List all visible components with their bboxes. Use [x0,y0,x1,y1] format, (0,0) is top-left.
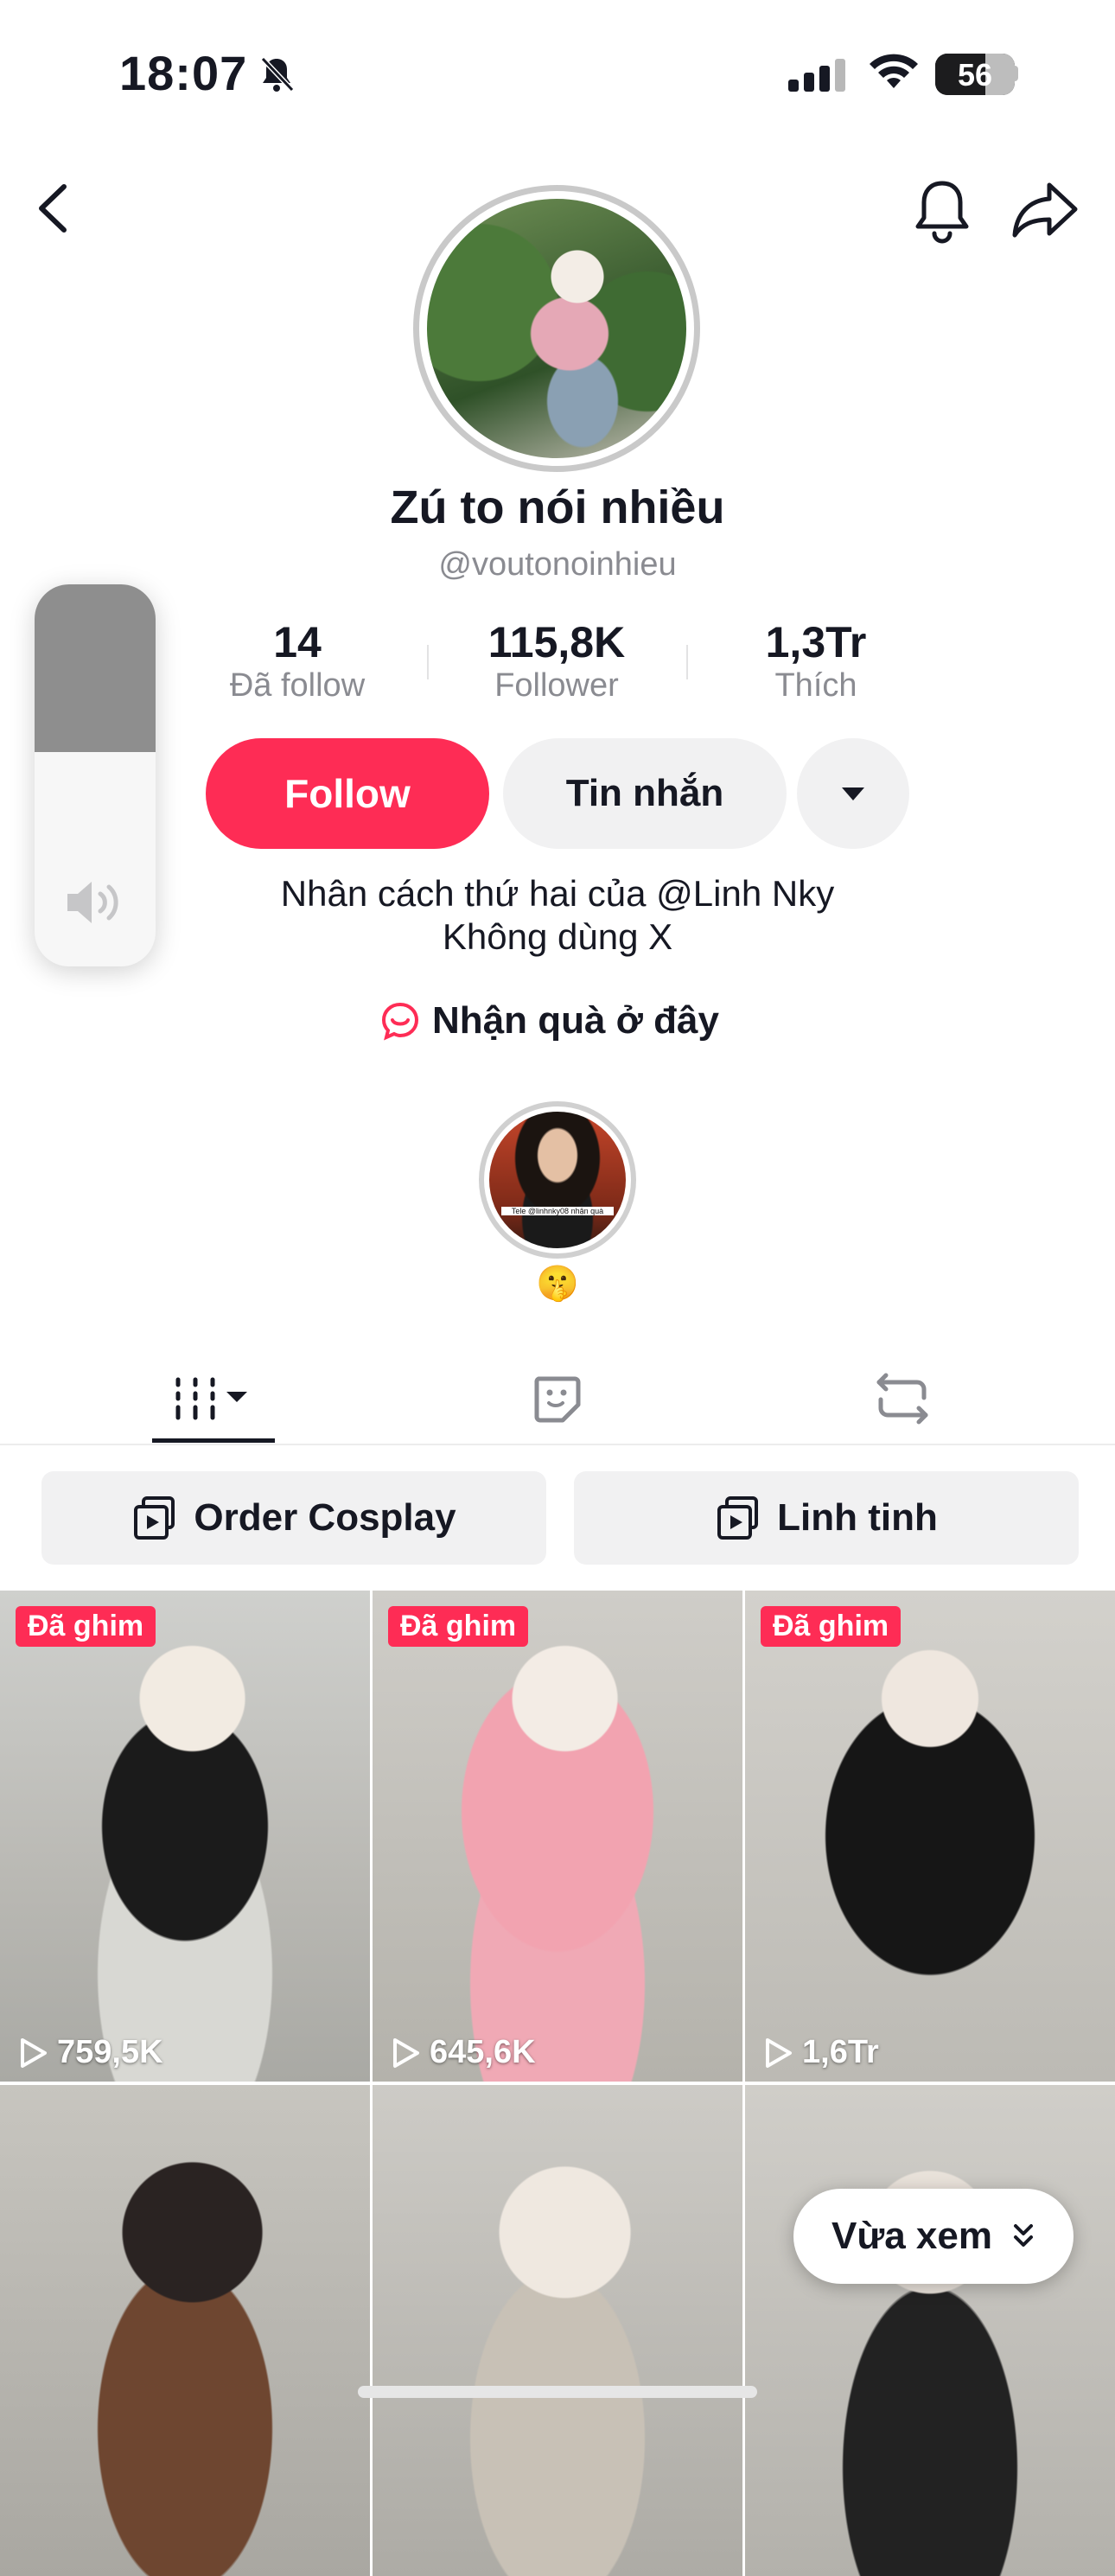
view-count-value: 1,6Tr [802,2034,879,2070]
stat-followers[interactable]: 115,8K Follower [444,617,669,705]
highlight-caption: Tele @linhnky08 nhận quà [501,1207,614,1215]
gift-link-label: Nhận quà ở đây [432,999,719,1042]
playlist-linh-tinh[interactable]: Linh tinh [574,1471,1079,1565]
notification-bell-icon[interactable] [911,176,973,245]
recently-watched-button[interactable]: Vừa xem [793,2189,1074,2284]
stat-followers-label: Follower [494,667,619,704]
stat-following-label: Đã follow [229,667,366,704]
pinned-badge: Đã ghim [761,1606,902,1647]
avatar[interactable] [427,199,686,458]
gift-link[interactable]: Nhận quà ở đây [380,999,719,1043]
follow-button[interactable]: Follow [206,738,489,849]
stat-following-value: 14 [273,618,322,666]
volume-level [35,584,156,753]
display-name: Zú to nói nhiều [390,481,725,533]
back-arrow-icon[interactable] [26,180,80,237]
highlight-emoji: 🤫 [536,1265,579,1303]
tab-reposts[interactable] [842,1357,963,1440]
repost-icon [876,1373,928,1425]
share-icon[interactable] [1011,180,1080,240]
speaker-icon [67,882,118,923]
playlist-icon [134,1496,175,1540]
tab-stickers[interactable] [496,1357,617,1440]
pinned-badge: Đã ghim [16,1606,156,1647]
story-highlight[interactable]: Tele @linhnky08 nhận quà [489,1112,626,1248]
view-count-value: 759,5K [57,2034,163,2070]
stat-divider [686,645,688,679]
status-time: 18:07 [119,46,248,100]
cellular-signal-icon [788,59,845,92]
stat-divider [427,645,429,679]
video-grid-icon [175,1377,247,1420]
video-thumbnail[interactable] [0,2085,370,2576]
view-count: 645,6K [392,2034,536,2071]
double-chevron-down-icon [1013,2224,1033,2247]
video-thumbnail[interactable]: Đã ghim 759,5K [0,1591,370,2082]
video-thumbnail[interactable] [373,2085,742,2576]
stat-likes[interactable]: 1,3Tr Thích [704,617,928,705]
playlist-icon [717,1496,759,1540]
pinned-badge: Đã ghim [388,1606,529,1647]
play-icon [393,2037,419,2068]
tab-videos[interactable] [152,1357,273,1440]
tab-divider [0,1444,1115,1445]
battery-icon: 56 [935,54,1015,95]
view-count: 1,6Tr [764,2034,879,2071]
caret-down-icon [842,787,864,800]
playlist-label: Linh tinh [777,1496,938,1539]
stat-likes-label: Thích [774,667,857,704]
bio-line-1: Nhân cách thứ hai của @Linh Nky [280,873,835,914]
play-icon [21,2037,47,2068]
active-tab-indicator [152,1438,275,1443]
view-count-value: 645,6K [430,2034,536,2070]
battery-level: 56 [957,57,993,92]
silent-bell-icon [260,56,295,92]
stat-followers-value: 115,8K [487,618,626,666]
stat-following[interactable]: 14 Đã follow [185,617,410,705]
playlist-order-cosplay[interactable]: Order Cosplay [41,1471,546,1565]
video-thumbnail[interactable]: Đã ghim 1,6Tr [745,1591,1115,2082]
home-indicator [358,2386,757,2398]
message-button[interactable]: Tin nhắn [503,738,787,849]
gift-chat-icon [381,1002,419,1041]
battery-nub [1013,66,1018,81]
bio-line-2: Không dùng X [442,916,673,957]
stat-likes-value: 1,3Tr [765,618,867,666]
wifi-icon [870,54,918,88]
playlist-label: Order Cosplay [194,1496,456,1539]
volume-hud[interactable] [35,584,156,966]
view-count: 759,5K [19,2034,163,2071]
video-thumbnail[interactable]: Đã ghim 645,6K [373,1591,742,2082]
sticker-icon [534,1376,581,1423]
more-options-button[interactable] [797,738,909,849]
username: @voutonoinhieu [438,546,677,583]
play-icon [766,2037,792,2068]
video-thumbnail[interactable] [745,2085,1115,2576]
recently-watched-label: Vừa xem [831,2215,992,2257]
